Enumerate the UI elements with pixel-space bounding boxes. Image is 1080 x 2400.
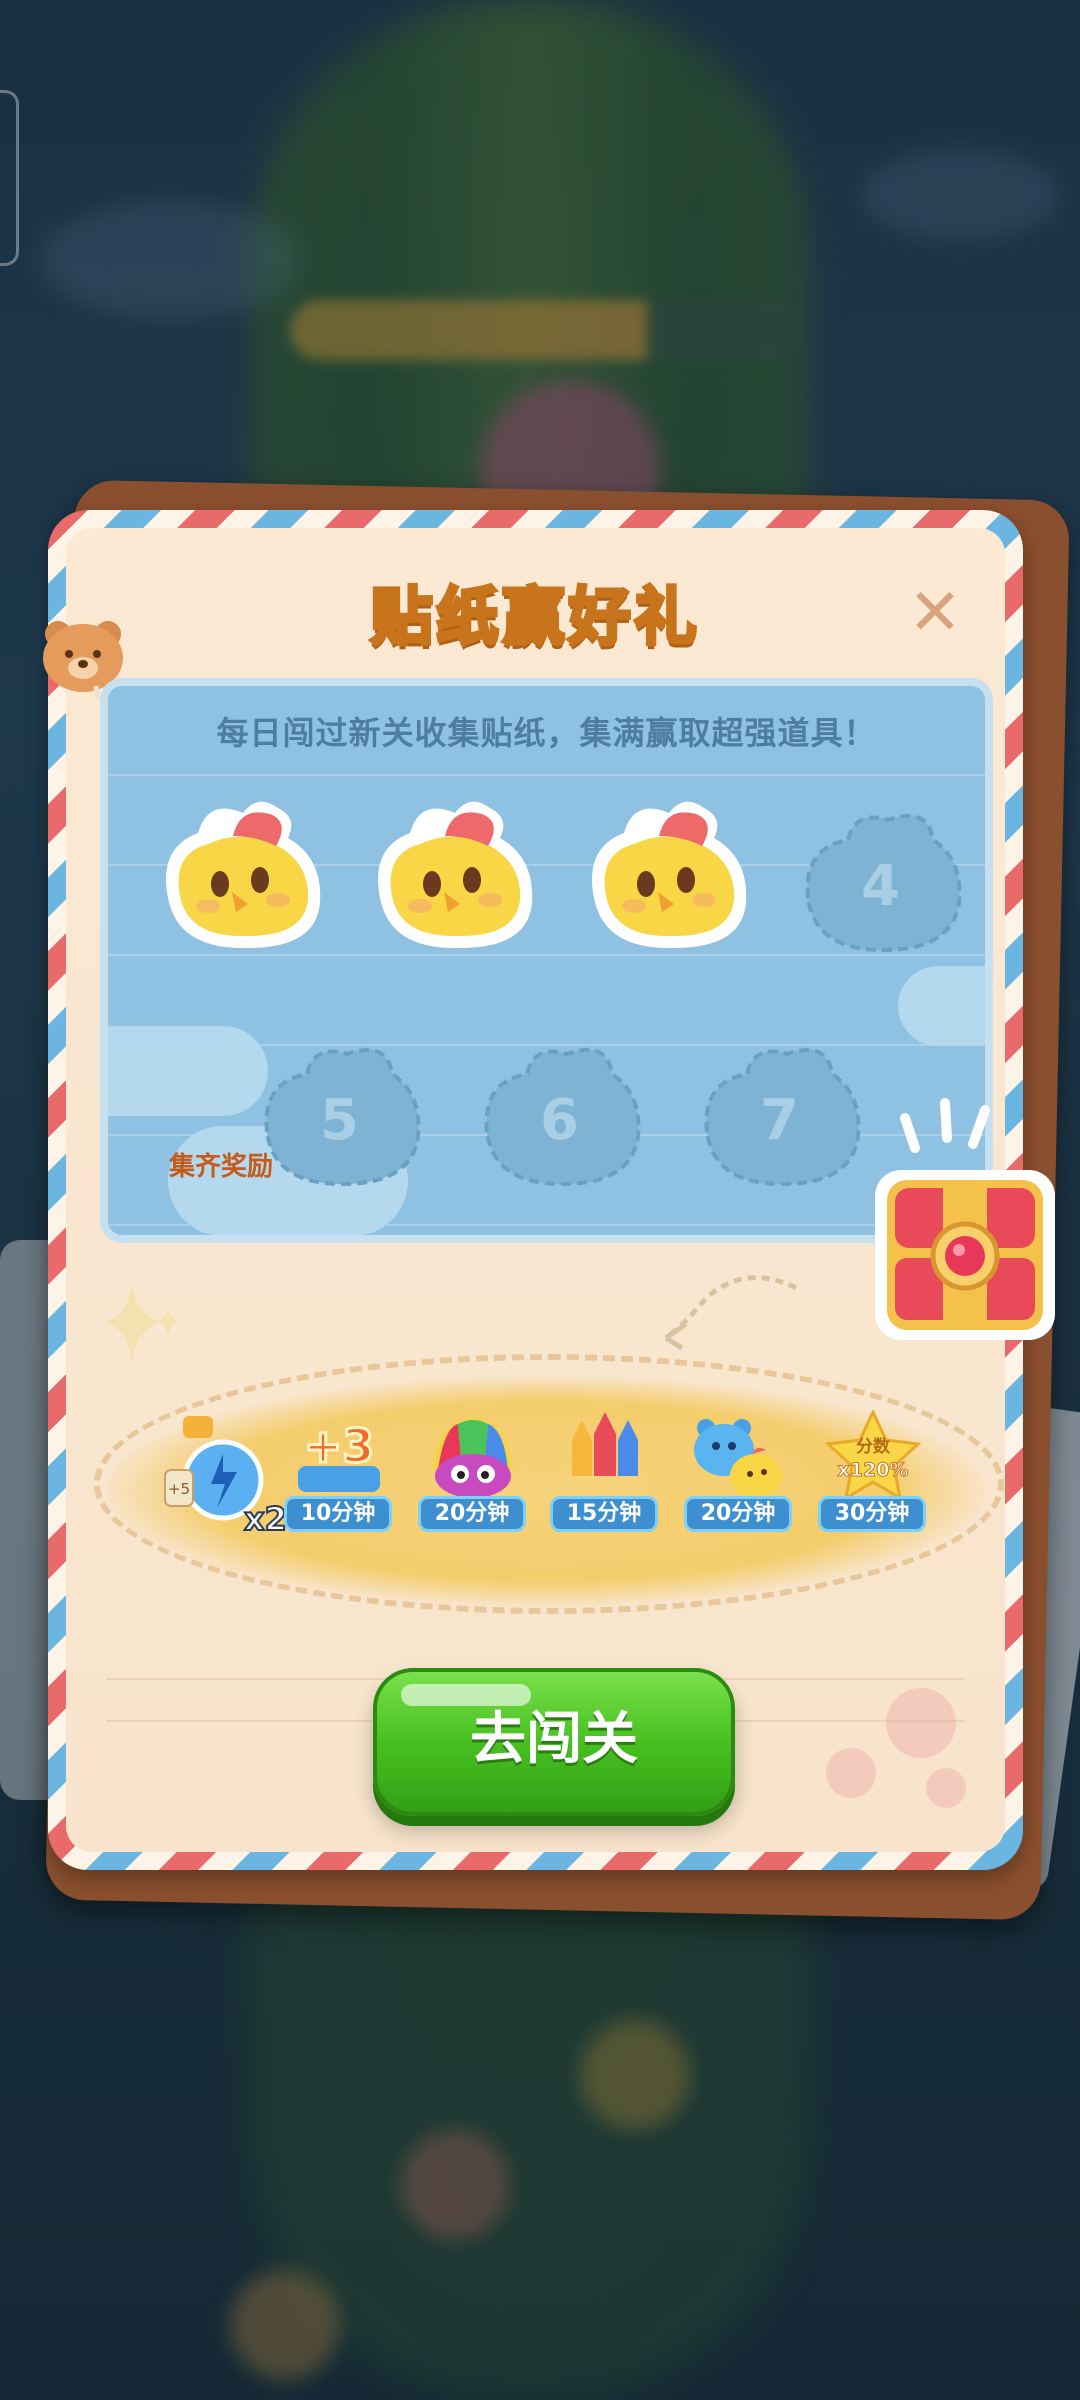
- sparkle-icon: [104, 1283, 180, 1363]
- reward-pet: 20分钟: [684, 1410, 794, 1532]
- chick-sticker-2: [378, 801, 533, 949]
- button-shine: [401, 1684, 531, 1706]
- close-icon[interactable]: ✕: [905, 581, 965, 645]
- flower-decoration: [826, 1748, 876, 1798]
- arrow-doodle-icon: [664, 1275, 798, 1351]
- reward-duration: 20分钟: [418, 1496, 526, 1532]
- blue-pet-chick-icon: [694, 1419, 782, 1498]
- reward-rockets: 15分钟: [550, 1410, 660, 1532]
- board-cloud: [898, 966, 985, 1046]
- score-label: 分数: [856, 1436, 891, 1457]
- reward-duration: 30分钟: [818, 1496, 926, 1532]
- plus-moves-badge: +3: [304, 1419, 375, 1473]
- reward-duration: 20分钟: [684, 1496, 792, 1532]
- slot-number: 5: [320, 1088, 359, 1153]
- score-multiplier: x120%: [838, 1459, 909, 1481]
- board-cloud: [108, 1026, 268, 1116]
- flower-decoration: [886, 1688, 956, 1758]
- treasure-chest-icon[interactable]: [845, 1088, 1075, 1348]
- side-tab-edge: [0, 90, 19, 266]
- slot-number: 6: [540, 1088, 579, 1153]
- reward-score-boost: 分数 x120% 30分钟: [818, 1408, 928, 1532]
- chest-label: 集齐奖励: [168, 1152, 273, 1182]
- slot-number: 4: [861, 854, 900, 919]
- go-challenge-button[interactable]: 去闯关: [373, 1668, 735, 1816]
- chick-sticker-1: [166, 801, 321, 949]
- score-star-icon: 分数 x120%: [824, 1408, 922, 1501]
- reward-duration: 10分钟: [284, 1496, 392, 1532]
- sticker-popup: 贴纸赢好礼 ✕ 每日闯过新关收集贴纸，集满赢取超强道具！ 4 5 6 7 集齐奖…: [43, 510, 1055, 1870]
- go-button-label: 去闯关: [470, 1707, 638, 1772]
- rockets-icon: [564, 1412, 646, 1494]
- plus-moves-icon: +3: [298, 1418, 380, 1492]
- potion-count: x2: [243, 1499, 288, 1539]
- empty-sticker-slot-6: 6: [472, 1032, 647, 1197]
- flower-decoration: [926, 1768, 966, 1808]
- empty-sticker-slot-4: 4: [793, 798, 968, 963]
- reward-plus-moves: +3 10分钟: [284, 1410, 394, 1532]
- reward-duration: 15分钟: [550, 1496, 658, 1532]
- popup-body: 贴纸赢好礼 ✕ 每日闯过新关收集贴纸，集满赢取超强道具！ 4 5 6 7 集齐奖…: [43, 528, 1055, 1852]
- potion-badge: +5: [168, 1480, 190, 1498]
- slot-number: 7: [760, 1088, 799, 1153]
- chick-sticker-3: [592, 801, 747, 949]
- empty-sticker-slot-7: 7: [692, 1032, 867, 1197]
- popup-subtitle: 每日闯过新关收集贴纸，集满赢取超强道具！: [216, 714, 877, 752]
- popup-title: 贴纸赢好礼: [368, 578, 701, 655]
- rainbow-bird-icon: [432, 1418, 514, 1498]
- reward-rainbow-bird: 20分钟: [418, 1410, 528, 1532]
